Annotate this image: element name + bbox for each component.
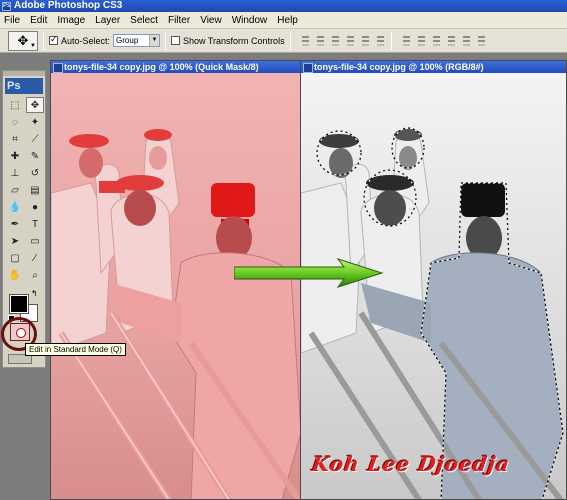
divider	[289, 31, 291, 50]
signature: Koh Lee Djoedja	[310, 452, 512, 476]
menu-edit[interactable]: Edit	[29, 15, 48, 26]
stamp-tool-icon[interactable]: ⊥	[6, 165, 24, 181]
eraser-tool-icon[interactable]: ▱	[6, 182, 24, 198]
swap-colors-icon[interactable]: ↰	[31, 289, 38, 298]
divider	[165, 31, 167, 50]
blur-tool-icon[interactable]: 💧	[6, 199, 24, 215]
menu-view[interactable]: View	[199, 15, 223, 26]
zoom-tool-icon[interactable]: ⌕	[26, 267, 44, 283]
options-bar: ✥ ▼ Auto-Select: Group ▼ Show Transform …	[0, 29, 567, 53]
distribute-right-icon[interactable]	[476, 35, 487, 46]
magic-wand-tool-icon[interactable]: ✦	[26, 114, 44, 130]
auto-select-label: Auto-Select:	[61, 35, 111, 46]
align-hcenter-icon[interactable]	[360, 35, 371, 46]
menu-layer[interactable]: Layer	[94, 15, 121, 26]
distribute-left-icon[interactable]	[446, 35, 457, 46]
shape-tool-icon[interactable]: ▭	[26, 233, 44, 249]
brush-tool-icon[interactable]: ✎	[26, 148, 44, 164]
eyedropper-tool-icon[interactable]: ⁄	[26, 250, 44, 266]
path-select-tool-icon[interactable]: ➤	[6, 233, 24, 249]
app-title: Adobe Photoshop CS3	[14, 0, 123, 11]
lasso-tool-icon[interactable]: ◌	[6, 114, 24, 130]
gradient-tool-icon[interactable]: ▤	[26, 182, 44, 198]
menu-image[interactable]: Image	[56, 15, 86, 26]
type-tool-icon[interactable]: T	[26, 216, 44, 232]
foreground-color-swatch[interactable]	[9, 294, 29, 314]
toolbox-grip[interactable]	[3, 71, 45, 76]
distribute-bottom-icon[interactable]	[431, 35, 442, 46]
show-transform-checkbox[interactable]	[171, 36, 181, 45]
tool-preset-picker[interactable]: ✥ ▼	[8, 30, 38, 51]
document-title[interactable]: tonys-file-34 copy.jpg @ 100% (Quick Mas…	[51, 61, 300, 73]
distribute-vcenter-icon[interactable]	[416, 35, 427, 46]
show-transform-label: Show Transform Controls	[183, 35, 285, 46]
menu-file[interactable]: File	[3, 15, 21, 26]
menu-window[interactable]: Window	[231, 15, 269, 26]
hand-tool-icon[interactable]: ✋	[6, 267, 24, 283]
divider	[390, 31, 392, 50]
align-buttons	[300, 35, 386, 46]
dodge-tool-icon[interactable]: ●	[26, 199, 44, 215]
title-bar: Ps Adobe Photoshop CS3	[0, 0, 567, 12]
chevron-down-icon: ▼	[149, 35, 160, 46]
crop-tool-icon[interactable]: ⌗	[6, 131, 24, 147]
divider	[43, 31, 44, 50]
align-bottom-icon[interactable]	[330, 35, 341, 46]
app-icon: Ps	[2, 1, 11, 11]
marquee-tool-icon[interactable]: ⬚	[6, 97, 24, 113]
menu-bar: File Edit Image Layer Select Filter View…	[0, 12, 567, 29]
chevron-down-icon: ▼	[30, 42, 36, 49]
photoshop-window: Ps Adobe Photoshop CS3 File Edit Image L…	[0, 0, 567, 500]
tooltip: Edit in Standard Mode (Q)	[25, 343, 126, 356]
move-tool-icon[interactable]: ✥	[26, 97, 44, 113]
distribute-buttons	[401, 35, 487, 46]
pen-tool-icon[interactable]: ✒	[6, 216, 24, 232]
menu-help[interactable]: Help	[276, 15, 299, 26]
align-top-icon[interactable]	[300, 35, 311, 46]
distribute-hcenter-icon[interactable]	[461, 35, 472, 46]
distribute-top-icon[interactable]	[401, 35, 412, 46]
auto-select-checkbox[interactable]	[49, 34, 58, 45]
arrow-right-icon	[234, 258, 384, 288]
document-title[interactable]: tonys-file-34 copy.jpg @ 100% (RGB/8#)	[301, 61, 566, 73]
auto-select-dropdown[interactable]: Group ▼	[113, 34, 161, 47]
tool-grid: ⬚ ✥ ◌ ✦ ⌗ ⟋ ✚ ✎ ⊥ ↺ ▱ ▤ 💧 ● ✒ T ➤ ▭ ▢ ⁄ …	[3, 97, 45, 283]
align-left-icon[interactable]	[345, 35, 356, 46]
move-tool-icon: ✥	[17, 32, 29, 48]
menu-filter[interactable]: Filter	[167, 15, 191, 26]
auto-select-value: Group	[116, 36, 139, 45]
ps-logo: Ps	[5, 78, 43, 94]
history-brush-tool-icon[interactable]: ↺	[26, 165, 44, 181]
notes-tool-icon[interactable]: ▢	[6, 250, 24, 266]
slice-tool-icon[interactable]: ⟋	[26, 131, 44, 147]
align-vcenter-icon[interactable]	[315, 35, 326, 46]
menu-select[interactable]: Select	[129, 15, 159, 26]
healing-tool-icon[interactable]: ✚	[6, 148, 24, 164]
align-right-icon[interactable]	[375, 35, 386, 46]
